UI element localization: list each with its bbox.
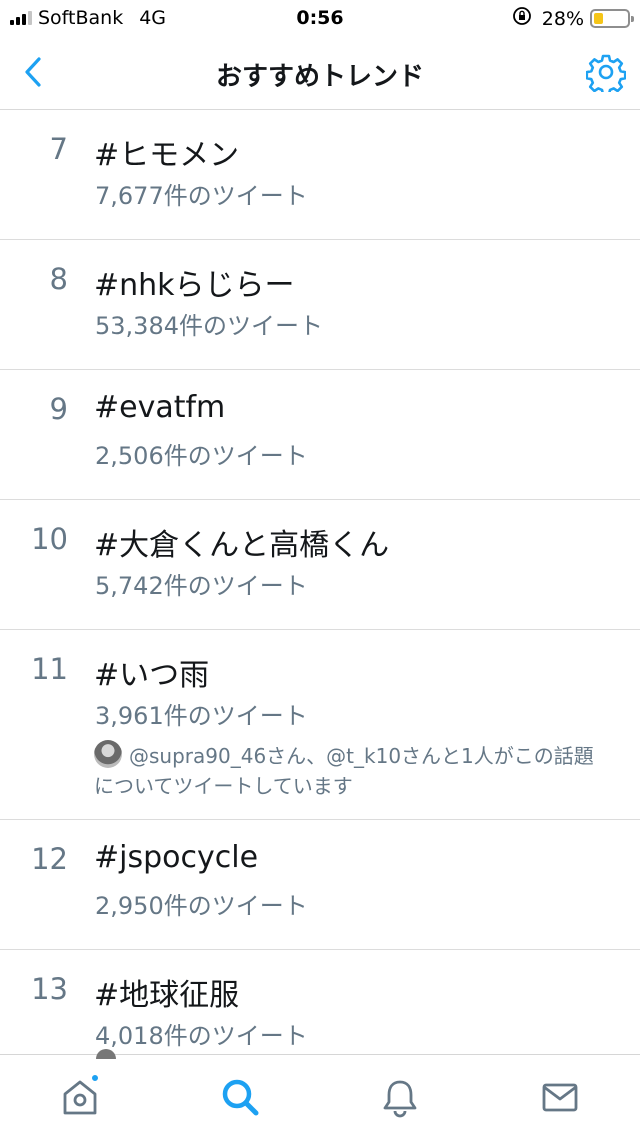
trend-rank: 13 bbox=[31, 972, 68, 1006]
gear-icon bbox=[585, 54, 627, 96]
status-right: 28% bbox=[512, 6, 634, 31]
tweet-count: 2,950件のツイート bbox=[95, 892, 308, 920]
trend-name: #いつ雨 bbox=[94, 658, 210, 693]
settings-button[interactable] bbox=[585, 52, 627, 96]
page-title: おすすめトレンド bbox=[215, 62, 424, 92]
navigation-bar: おすすめトレンド bbox=[0, 36, 640, 110]
trend-item[interactable]: 9 #evatfm 2,506件のツイート bbox=[0, 370, 640, 500]
tweet-count: 5,742件のツイート bbox=[95, 572, 308, 600]
trend-item[interactable]: 8 #nhkらじらー 53,384件のツイート bbox=[0, 240, 640, 370]
tweet-count: 2,506件のツイート bbox=[95, 442, 308, 470]
trend-rank: 7 bbox=[49, 132, 68, 166]
orientation-lock-icon bbox=[512, 6, 532, 31]
tab-bar bbox=[0, 1049, 640, 1138]
tab-messages[interactable] bbox=[538, 1075, 582, 1119]
trend-name: #nhkらじらー bbox=[94, 268, 295, 303]
trend-rank: 9 bbox=[49, 392, 68, 426]
tab-notifications[interactable] bbox=[378, 1075, 422, 1119]
tweet-count: 7,677件のツイート bbox=[95, 182, 308, 210]
tab-home[interactable] bbox=[58, 1073, 102, 1119]
tweet-count: 4,018件のツイート bbox=[95, 1022, 308, 1050]
avatar bbox=[94, 740, 122, 768]
battery-level-fill bbox=[594, 13, 603, 24]
search-icon bbox=[222, 1079, 259, 1116]
trend-list: 7 #ヒモメン 7,677件のツイート 8 #nhkらじらー 53,384件のツ… bbox=[0, 110, 640, 1080]
trend-rank: 8 bbox=[49, 262, 68, 296]
battery-icon bbox=[590, 9, 634, 28]
trend-item[interactable]: 7 #ヒモメン 7,677件のツイート bbox=[0, 110, 640, 240]
social-context-text: についてツイートしています bbox=[94, 774, 353, 798]
battery-percent: 28% bbox=[541, 7, 584, 30]
trend-rank: 12 bbox=[31, 842, 68, 876]
trend-name: #ヒモメン bbox=[94, 138, 240, 173]
trend-name: #大倉くんと高橋くん bbox=[94, 528, 390, 563]
trend-rank: 10 bbox=[31, 522, 68, 556]
trends-screen: SoftBank 4G 0:56 28% おすすめトレンド 7 #ヒモメン 7,… bbox=[0, 0, 640, 1138]
envelope-icon bbox=[542, 1083, 578, 1112]
trend-name: #evatfm bbox=[94, 390, 226, 425]
trend-rank: 11 bbox=[31, 652, 68, 686]
trend-item[interactable]: 12 #jspocycle 2,950件のツイート bbox=[0, 820, 640, 950]
trend-item[interactable]: 11 #いつ雨 3,961件のツイート @supra90_46さん、@t_k10… bbox=[0, 630, 640, 820]
notification-dot bbox=[90, 1073, 100, 1083]
status-bar: SoftBank 4G 0:56 28% bbox=[0, 0, 640, 36]
tab-search[interactable] bbox=[218, 1075, 262, 1119]
social-context-text: @supra90_46さん、@t_k10さんと1人がこの話題 bbox=[129, 744, 594, 768]
bell-icon bbox=[383, 1080, 417, 1118]
trend-name: #jspocycle bbox=[94, 840, 259, 875]
tweet-count: 53,384件のツイート bbox=[95, 312, 323, 340]
trend-item[interactable]: 10 #大倉くんと高橋くん 5,742件のツイート bbox=[0, 500, 640, 630]
trend-name: #地球征服 bbox=[94, 978, 240, 1013]
tweet-count: 3,961件のツイート bbox=[95, 702, 308, 730]
